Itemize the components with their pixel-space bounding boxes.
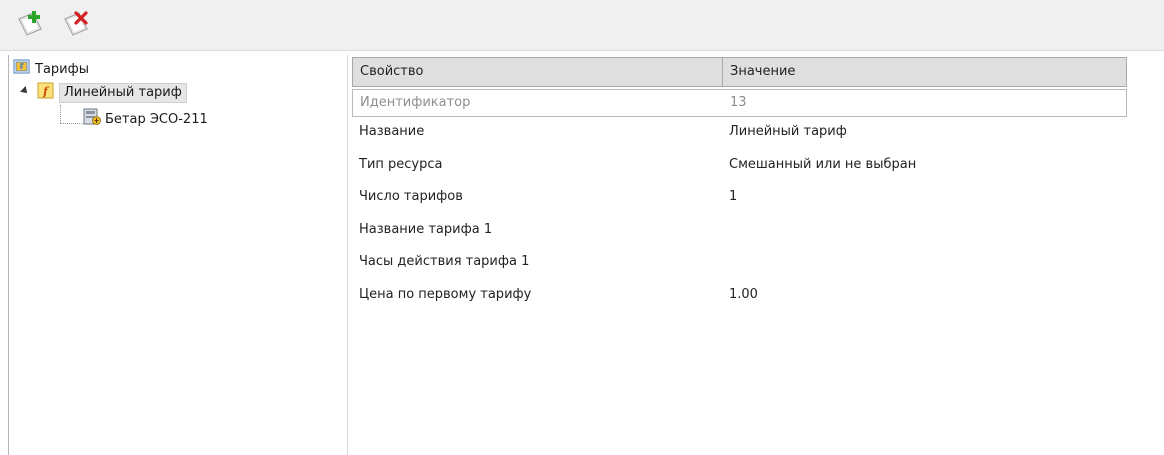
property-name: Тип ресурса (359, 157, 443, 172)
tree-item-betar-device[interactable]: Бетар ЭСО-211 (82, 108, 208, 130)
property-row-price-tariff-1[interactable]: Цена по первому тарифу 1.00 (352, 281, 1127, 309)
tree-item-label: Тарифы (35, 61, 89, 77)
property-row-tariff-1-hours[interactable]: Часы действия тарифа 1 (352, 248, 1127, 276)
property-name: Число тарифов (359, 189, 463, 204)
delete-button[interactable] (60, 7, 92, 39)
property-name: Название (359, 124, 425, 139)
delete-document-icon (61, 9, 91, 37)
expander-chevron-icon[interactable] (20, 86, 30, 96)
property-value[interactable]: Смешанный или не выбран (722, 151, 1127, 179)
tree-item-label: Линейный тариф (59, 83, 187, 103)
property-value[interactable] (722, 248, 1127, 276)
property-value[interactable]: 1.00 (722, 281, 1127, 309)
property-row-identifier[interactable]: Идентификатор 13 (352, 89, 1127, 117)
grid-header: Свойство Значение (352, 57, 1127, 87)
column-header-property[interactable]: Свойство (353, 58, 723, 86)
property-value[interactable]: 1 (722, 183, 1127, 211)
tree-item-linear-tariff[interactable]: f Линейный тариф (37, 82, 187, 104)
property-value: 13 (730, 95, 747, 110)
column-header-value[interactable]: Значение (723, 58, 1126, 86)
add-button[interactable] (14, 7, 46, 39)
property-value[interactable]: Линейный тариф (722, 118, 1127, 146)
property-name: Часы действия тарифа 1 (359, 254, 530, 269)
property-value[interactable] (722, 216, 1127, 244)
tree-item-tariffs[interactable]: Тарифы (13, 59, 89, 79)
property-name: Цена по первому тарифу (359, 287, 532, 302)
tariffs-folder-icon (13, 59, 31, 79)
property-row-resource-type[interactable]: Тип ресурса Смешанный или не выбран (352, 151, 1127, 179)
properties-grid: Свойство Значение Идентификатор 13 Назва… (352, 55, 1128, 455)
property-row-tariff-1-name[interactable]: Название тарифа 1 (352, 216, 1127, 244)
tree-item-label: Бетар ЭСО-211 (105, 111, 208, 127)
property-row-name[interactable]: Название Линейный тариф (352, 118, 1127, 146)
property-name: Название тарифа 1 (359, 222, 493, 237)
tariff-f-icon: f (37, 82, 55, 104)
tariff-tree: Тарифы f Линейный тариф Бетар ЭСО-211 (8, 55, 348, 455)
tree-connector (60, 105, 61, 123)
property-row-tariff-count[interactable]: Число тарифов 1 (352, 183, 1127, 211)
meter-device-icon (82, 108, 102, 130)
add-document-icon (15, 9, 45, 37)
toolbar (0, 0, 1164, 51)
property-name: Идентификатор (360, 95, 471, 110)
